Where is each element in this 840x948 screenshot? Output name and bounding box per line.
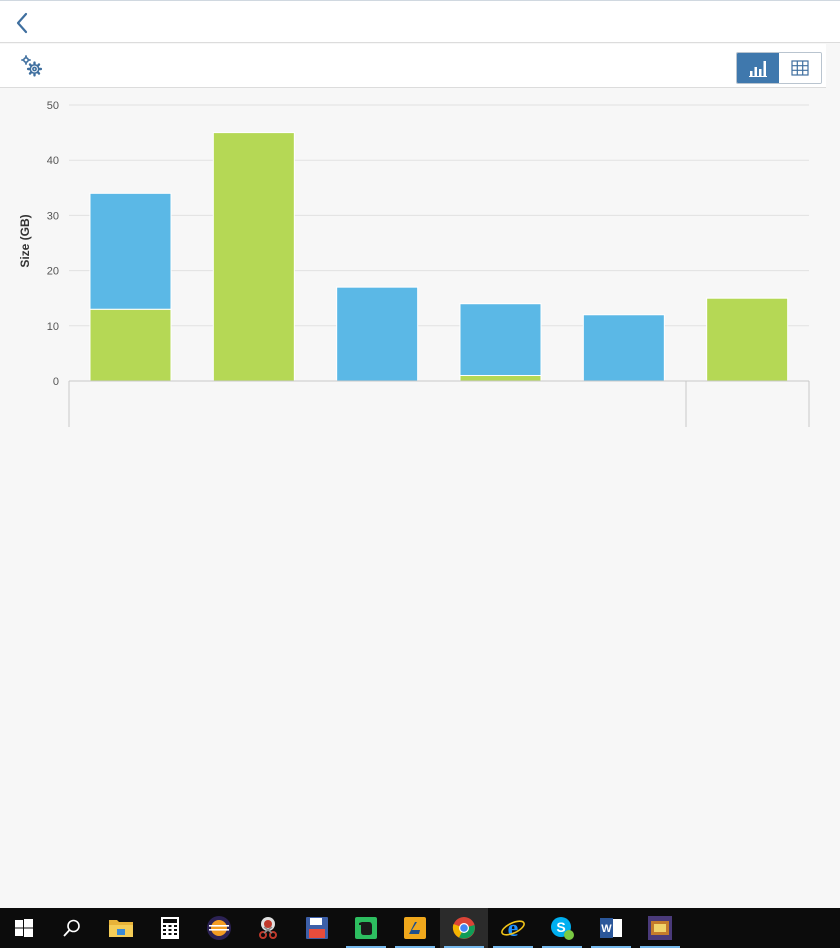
bar-segment[interactable] bbox=[336, 286, 419, 382]
chart-toolbar bbox=[0, 44, 826, 88]
word-icon: W bbox=[600, 918, 622, 938]
storage-chart: 0 10 20 30 40 50 Size (GB) bbox=[0, 88, 840, 438]
eclipse-icon bbox=[207, 916, 231, 940]
search-button[interactable] bbox=[48, 908, 96, 948]
internet-explorer-icon: e bbox=[501, 916, 525, 941]
save-app-icon bbox=[306, 917, 328, 939]
svg-text:S: S bbox=[556, 919, 565, 935]
start-icon bbox=[15, 919, 33, 937]
y-axis-label: Size (GB) bbox=[18, 214, 32, 267]
taskbar-snipping-tool[interactable] bbox=[244, 908, 292, 948]
y-tick-label: 30 bbox=[47, 210, 59, 222]
app-header bbox=[0, 0, 840, 43]
bar-chart: 0 10 20 30 40 50 Size (GB) bbox=[18, 100, 810, 427]
y-tick-label: 10 bbox=[47, 321, 59, 333]
evernote-icon bbox=[355, 917, 377, 939]
snipping-tool-icon bbox=[259, 917, 277, 939]
taskbar-calculator[interactable] bbox=[146, 908, 194, 948]
taskbar-word[interactable]: W bbox=[587, 908, 635, 948]
back-button[interactable] bbox=[10, 10, 36, 36]
game-app-icon bbox=[648, 916, 672, 940]
chrome-icon bbox=[452, 917, 475, 939]
settings-button[interactable] bbox=[20, 54, 46, 80]
taskbar-evernote[interactable] bbox=[342, 908, 390, 948]
bar-segment[interactable] bbox=[89, 308, 172, 382]
chart-view-button[interactable] bbox=[737, 53, 779, 83]
bar-segment[interactable] bbox=[582, 314, 665, 382]
chevron-left-icon bbox=[16, 12, 28, 34]
svg-text:W: W bbox=[601, 923, 612, 935]
taskbar-internet-explorer[interactable]: e bbox=[489, 908, 537, 948]
svg-text:e: e bbox=[508, 916, 519, 941]
bar-segment[interactable] bbox=[212, 132, 295, 382]
view-toggle bbox=[736, 52, 822, 84]
gears-icon bbox=[21, 55, 43, 77]
taskbar: e S W bbox=[0, 908, 840, 948]
filezilla-icon bbox=[404, 917, 426, 939]
y-tick-label: 20 bbox=[47, 266, 59, 278]
table-view-button[interactable] bbox=[779, 53, 821, 83]
bar-segment[interactable] bbox=[706, 297, 789, 382]
start-button[interactable] bbox=[0, 908, 48, 948]
y-tick-label: 40 bbox=[47, 155, 59, 167]
y-tick-label: 0 bbox=[53, 376, 59, 388]
taskbar-save-app[interactable] bbox=[293, 908, 341, 948]
y-tick-label: 50 bbox=[47, 100, 59, 112]
taskbar-skype[interactable]: S bbox=[538, 908, 586, 948]
file-explorer-icon bbox=[109, 920, 133, 937]
taskbar-file-explorer[interactable] bbox=[97, 908, 145, 948]
taskbar-chrome[interactable] bbox=[440, 908, 488, 948]
skype-icon: S bbox=[551, 917, 574, 940]
calculator-icon bbox=[161, 917, 179, 939]
taskbar-game-app[interactable] bbox=[636, 908, 684, 948]
bar-segment[interactable] bbox=[459, 374, 542, 382]
taskbar-filezilla[interactable] bbox=[391, 908, 439, 948]
search-icon bbox=[63, 919, 80, 937]
bar-chart-icon bbox=[749, 61, 767, 77]
grid-table-icon bbox=[791, 60, 809, 76]
taskbar-eclipse[interactable] bbox=[195, 908, 243, 948]
bar-segment[interactable] bbox=[459, 303, 542, 376]
bar-segment[interactable] bbox=[89, 192, 172, 310]
